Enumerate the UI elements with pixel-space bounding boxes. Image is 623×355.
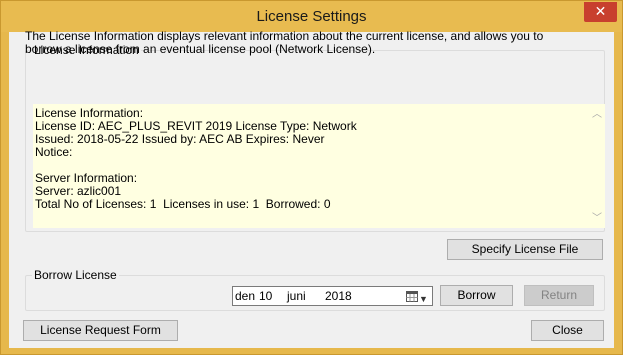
date-month[interactable]: juni (287, 287, 306, 305)
scroll-down-arrow-icon[interactable]: ﹀ (592, 214, 602, 224)
date-day-prefix: den (235, 289, 256, 303)
window-close-button[interactable]: ✕ (584, 2, 617, 22)
license-description: The License Information displays relevan… (25, 29, 544, 56)
close-button[interactable]: Close (531, 320, 604, 341)
borrow-license-group-label: Borrow License (32, 268, 119, 282)
license-settings-window: License Settings ✕ License Information T… (0, 0, 623, 355)
specify-license-file-button[interactable]: Specify License File (447, 239, 603, 260)
title-bar[interactable]: License Settings ✕ (1, 1, 622, 32)
calendar-icon[interactable] (406, 290, 418, 302)
borrow-date-picker[interactable]: den 10 juni 2018 ▼ (232, 286, 433, 306)
chevron-down-icon[interactable]: ▼ (419, 290, 428, 308)
return-button[interactable]: Return (524, 285, 594, 306)
date-day[interactable]: 10 (259, 287, 272, 305)
date-year[interactable]: 2018 (325, 287, 352, 305)
scroll-up-arrow-icon[interactable]: ︿ (592, 110, 602, 120)
details-scrollbar[interactable]: ︿ ﹀ (588, 104, 605, 228)
borrow-button[interactable]: Borrow (440, 285, 513, 306)
close-icon: ✕ (594, 3, 607, 19)
license-request-form-button[interactable]: License Request Form (23, 320, 178, 341)
license-details-text: License Information: License ID: AEC_PLU… (35, 106, 357, 211)
license-details-box: License Information: License ID: AEC_PLU… (33, 104, 605, 228)
window-title: License Settings (256, 8, 367, 25)
